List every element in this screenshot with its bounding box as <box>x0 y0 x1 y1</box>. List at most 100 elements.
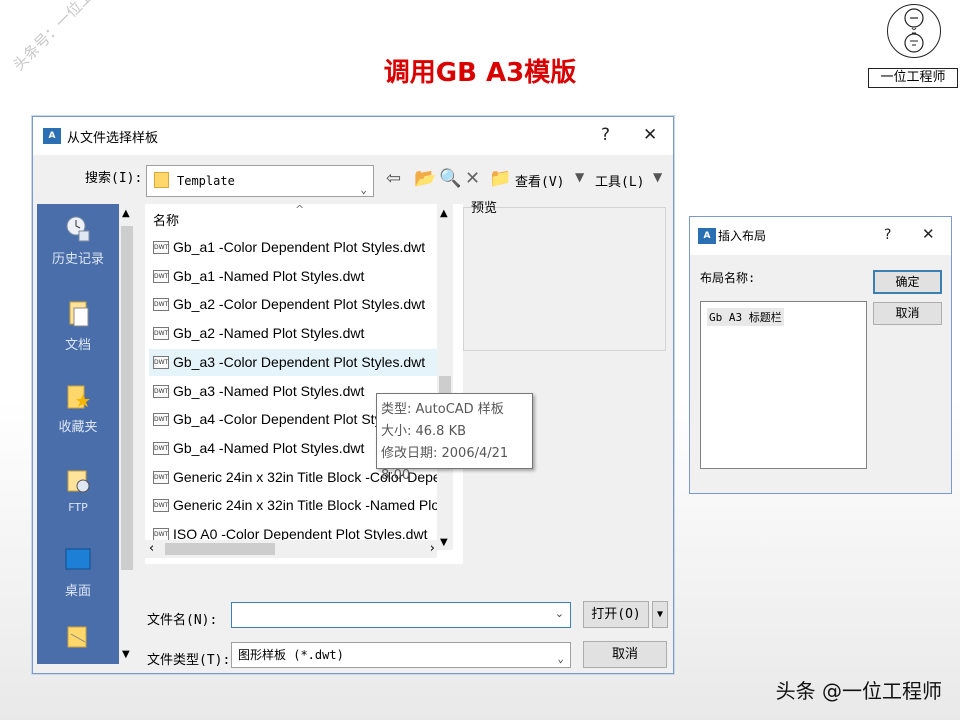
dwt-file-icon: DWT <box>153 355 169 369</box>
tools-menu[interactable]: 工具(L) <box>595 171 644 190</box>
sidebar-label: 文档 <box>64 338 91 353</box>
cancel-button[interactable]: 取消 <box>583 641 667 668</box>
dwt-file-icon: DWT <box>153 269 169 283</box>
file-name: Gb_a1 -Color Dependent Plot Styles.dwt <box>173 239 426 255</box>
sidebar-item-desktop[interactable]: 桌面 <box>37 546 119 599</box>
places-sidebar: 历史记录 文档 收藏夹 FTP 桌面 ▲ ▼ <box>37 204 135 664</box>
sort-caret-icon: ^ <box>295 204 305 216</box>
search-web-icon[interactable]: 🔍 <box>439 168 461 189</box>
file-row[interactable]: DWT Gb_a1 -Color Dependent Plot Styles.dw… <box>149 234 439 261</box>
filetype-label: 文件类型(T): <box>147 653 231 668</box>
filetype-combo[interactable]: 图形样板 (*.dwt) ⌄ <box>231 642 571 668</box>
back-icon[interactable]: ⇦ <box>386 168 401 189</box>
chevron-down-icon: ⌄ <box>557 652 564 665</box>
brand-logo: 一位工程师 <box>868 2 958 88</box>
file-name: Generic 24in x 32in Title Block -Named P… <box>173 497 439 514</box>
sidebar-item-ftp[interactable]: FTP <box>37 466 119 515</box>
chevron-down-icon[interactable]: ⌄ <box>555 607 564 620</box>
dwt-file-icon: DWT <box>153 241 169 254</box>
close-button[interactable]: ✕ <box>922 225 935 243</box>
dwt-file-icon: DWT <box>153 327 169 341</box>
documents-icon <box>69 301 89 327</box>
scroll-down-icon[interactable]: ▼ <box>122 649 130 660</box>
file-row[interactable]: DWT Gb_a1 -Named Plot Styles.dwt <box>149 263 439 290</box>
tools-dropdown-icon[interactable]: ▼ <box>653 170 662 184</box>
file-list: ^ 名称 DWT Gb_a1 -Color Dependent Plot Styl… <box>145 204 463 564</box>
scroll-left-icon[interactable]: ‹ <box>149 541 154 556</box>
dwt-file-icon: DWT <box>153 298 169 312</box>
scroll-thumb[interactable] <box>165 543 275 555</box>
sidebar-item-more[interactable] <box>37 622 119 656</box>
autocad-app-icon: A <box>43 128 61 144</box>
dwt-file-icon: DWT <box>153 384 169 398</box>
file-name: Gb_a3 -Named Plot Styles.dwt <box>173 382 365 399</box>
scroll-right-icon[interactable]: › <box>430 541 435 556</box>
file-name: Gb_a2 -Named Plot Styles.dwt <box>173 325 365 342</box>
help-button[interactable]: ? <box>884 227 891 243</box>
file-name: Gb_a2 -Color Dependent Plot Styles.dwt <box>173 296 426 313</box>
file-info-tooltip: 类型: AutoCAD 样板 大小: 46.8 KB 修改日期: 2006/4/… <box>376 393 533 483</box>
open-dropdown-button[interactable]: ▼ <box>652 601 668 628</box>
view-menu[interactable]: 查看(V) <box>515 171 564 190</box>
up-folder-icon[interactable]: 📂 <box>414 168 436 189</box>
sidebar-item-favorites[interactable]: 收藏夹 <box>37 382 119 435</box>
file-name: Gb_a3 -Color Dependent Plot Styles.dwt <box>173 353 426 370</box>
filename-input[interactable]: ⌄ <box>231 602 571 628</box>
filename-label: 文件名(N): <box>147 613 218 628</box>
dialog-titlebar: A 插入布局 ? ✕ <box>690 217 951 255</box>
ok-button[interactable]: 确定 <box>873 270 942 294</box>
cancel-button[interactable]: 取消 <box>873 302 942 325</box>
tooltip-size: 大小: 46.8 KB <box>381 424 467 439</box>
slide-title: 调用GB A3模版 <box>383 58 577 88</box>
sidebar-label: 历史记录 <box>51 252 104 267</box>
preview-pane <box>463 207 666 351</box>
scroll-up-icon[interactable]: ▲ <box>122 208 130 219</box>
search-label: 搜索(I): <box>85 171 143 186</box>
dwt-file-icon: DWT <box>153 413 169 427</box>
autocad-app-icon: A <box>698 228 716 244</box>
view-dropdown-icon[interactable]: ▼ <box>575 170 584 184</box>
dialog-titlebar: A 从文件选择样板 ? ✕ <box>33 117 673 155</box>
layout-name-label: 布局名称: <box>700 271 756 285</box>
delete-icon[interactable]: ✕ <box>465 168 480 189</box>
sidebar-label: 桌面 <box>64 584 91 599</box>
layout-list-item[interactable]: Gb A3 标题栏 <box>707 308 784 326</box>
sidebar-item-history[interactable]: 历史记录 <box>37 214 119 267</box>
scroll-down-icon[interactable]: ▼ <box>440 537 448 548</box>
dialog-title: 插入布局 <box>718 229 767 243</box>
new-folder-icon[interactable]: 📁 <box>489 168 511 189</box>
sidebar-scrollbar[interactable]: ▲ ▼ <box>119 204 135 664</box>
file-row[interactable]: DWT Gb_a2 -Named Plot Styles.dwt <box>149 320 439 347</box>
logo-seal-icon <box>887 4 941 58</box>
file-list-hscroll[interactable]: ‹ › <box>145 540 437 558</box>
dwt-file-icon: DWT <box>153 441 169 455</box>
file-row[interactable]: DWT Generic 24in x 32in Title Block -Name… <box>149 492 439 519</box>
file-row[interactable]: DWT Gb_a3 -Color Dependent Plot Styles.dw… <box>149 348 439 376</box>
dwt-file-icon: DWT <box>153 470 169 484</box>
close-button[interactable]: ✕ <box>643 125 657 145</box>
favorites-icon <box>67 385 90 409</box>
filetype-value: 图形样板 (*.dwt) <box>238 648 344 662</box>
insert-layout-dialog: A 插入布局 ? ✕ 布局名称: Gb A3 标题栏 确定 取消 <box>689 216 952 494</box>
file-name: Gb_a4 -Named Plot Styles.dwt <box>173 439 365 456</box>
buzzsaw-icon <box>67 626 87 648</box>
folder-icon <box>154 172 169 188</box>
dwt-file-icon: DWT <box>153 499 169 513</box>
layout-list[interactable]: Gb A3 标题栏 <box>700 301 867 469</box>
file-list-vscroll[interactable]: ▲ ▼ <box>437 204 453 550</box>
desktop-icon <box>65 548 91 570</box>
footer-credit: 头条 @一位工程师 <box>775 679 942 703</box>
file-row[interactable]: DWT Gb_a2 -Color Dependent Plot Styles.dw… <box>149 291 439 318</box>
scroll-thumb[interactable] <box>121 226 133 570</box>
sidebar-label: FTP <box>68 501 88 514</box>
logo-label: 一位工程师 <box>868 68 958 88</box>
file-name: Gb_a1 -Named Plot Styles.dwt <box>173 267 365 284</box>
folder-combo[interactable]: Template ⌄ <box>146 165 374 197</box>
help-button[interactable]: ? <box>601 125 610 145</box>
tooltip-type: 类型: AutoCAD 样板 <box>381 402 504 417</box>
scroll-up-icon[interactable]: ▲ <box>440 208 448 219</box>
chevron-down-icon: ⌄ <box>360 183 367 196</box>
sidebar-item-documents[interactable]: 文档 <box>37 300 119 353</box>
column-header-name[interactable]: 名称 <box>153 210 179 229</box>
open-button[interactable]: 打开(O) <box>583 601 649 628</box>
